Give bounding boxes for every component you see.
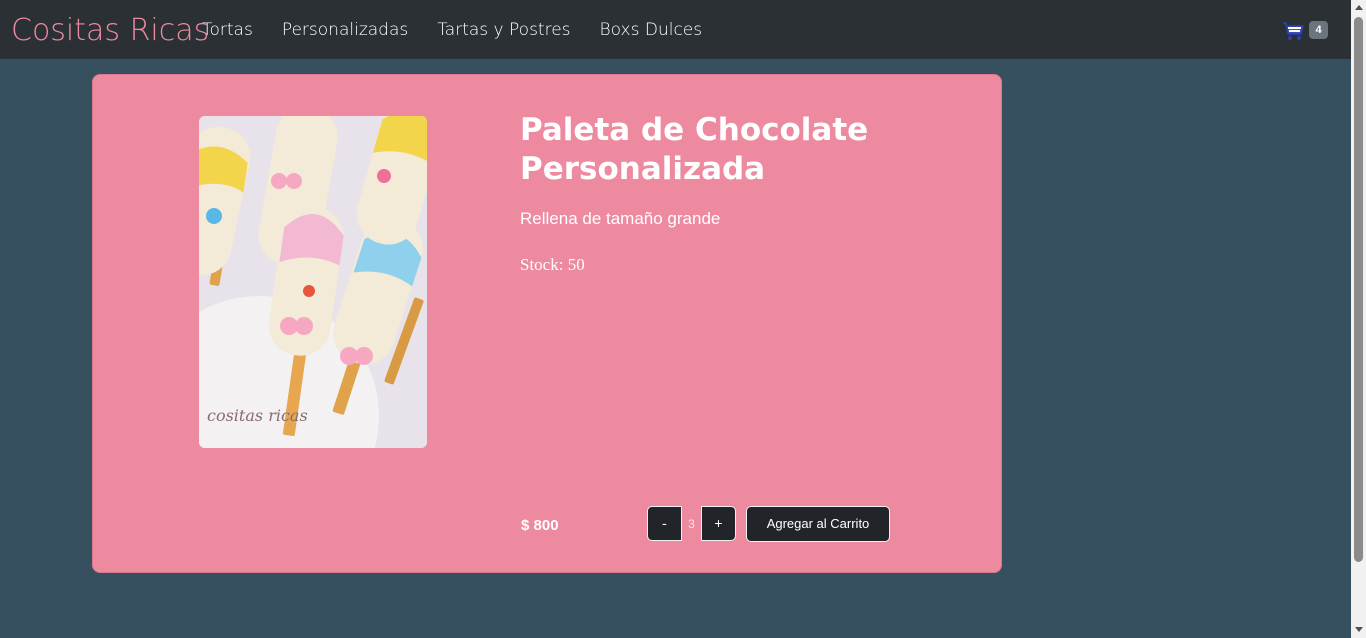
svg-text:cositas ricas: cositas ricas xyxy=(207,406,308,425)
scroll-thumb[interactable] xyxy=(1354,17,1363,562)
nav-links: Tortas Personalizadas Tartas y Postres B… xyxy=(202,19,731,41)
product-title: Paleta de Chocolate Personalizada xyxy=(520,112,869,187)
nav-link-tortas[interactable]: Tortas xyxy=(202,19,253,41)
quantity-value: 3 xyxy=(688,517,695,531)
scroll-up-arrow-icon[interactable] xyxy=(1355,5,1363,10)
cake-pop-photo: cositas ricas xyxy=(199,116,427,448)
navbar: Cositas Ricas Tortas Personalizadas Tart… xyxy=(0,0,1351,59)
nav-link-tartas-y-postres[interactable]: Tartas y Postres xyxy=(437,19,570,41)
product-stock: Stock: 50 xyxy=(520,255,585,274)
add-to-cart-button[interactable]: Agregar al Carrito xyxy=(746,506,890,542)
vertical-scrollbar[interactable] xyxy=(1351,0,1366,638)
scroll-down-arrow-icon[interactable] xyxy=(1355,627,1363,632)
increase-quantity-button[interactable]: + xyxy=(701,506,736,541)
product-image: cositas ricas xyxy=(199,116,427,448)
cart-icon xyxy=(1283,22,1304,40)
decrease-quantity-button[interactable]: - xyxy=(647,506,682,541)
product-price: $ 800 xyxy=(521,517,559,534)
nav-link-boxs-dulces[interactable]: Boxs Dulces xyxy=(600,19,703,41)
nav-link-personalizadas[interactable]: Personalizadas xyxy=(282,19,408,41)
cart-count-badge: 4 xyxy=(1309,21,1328,39)
product-card: cositas ricas Paleta de Chocolate Person… xyxy=(92,74,1002,573)
brand-logo[interactable]: Cositas Ricas xyxy=(11,14,209,48)
cart-button[interactable]: 4 xyxy=(1282,19,1330,43)
product-description: Rellena de tamaño grande xyxy=(520,209,721,228)
